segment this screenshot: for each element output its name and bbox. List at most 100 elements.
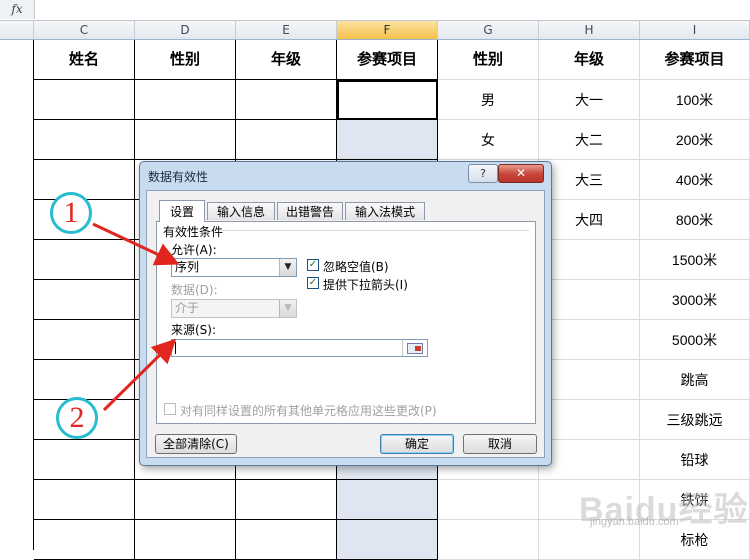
settings-panel: 有效性条件 允许(A): 序列 ▼ ✓ 忽略空值(B) ✓ 提供下拉箭头(I) … [156,221,536,424]
cell[interactable] [539,280,640,320]
source-input[interactable] [171,339,428,357]
list-cell-event[interactable]: 3000米 [640,280,750,320]
cell[interactable] [236,80,337,120]
column-header-c[interactable]: C [34,21,135,39]
clear-all-button[interactable]: 全部清除(C) [155,434,237,454]
source-label: 来源(S): [171,323,217,337]
list-cell-event[interactable]: 三级跳远 [640,400,750,440]
selected-cell[interactable] [337,520,438,560]
cell[interactable] [34,280,135,320]
column-header-h[interactable]: H [539,21,640,39]
cell[interactable] [34,440,135,480]
data-validation-dialog: 数据有效性 ? ✕ 设置 输入信息 出错警告 输入法模式 有效性条件 允许(A)… [139,161,552,466]
cell[interactable] [34,320,135,360]
cell[interactable] [135,80,236,120]
cell[interactable] [539,400,640,440]
header-cell-name[interactable]: 姓名 [34,40,135,80]
ignore-blank-checkbox[interactable]: ✓ [307,259,319,271]
watermark-url: jingyan.baidu.com [590,516,679,528]
allow-value: 序列 [175,260,200,274]
cancel-button[interactable]: 取消 [463,434,537,454]
list-cell-event[interactable]: 5000米 [640,320,750,360]
cell[interactable] [539,320,640,360]
group-divider [221,230,529,231]
close-button[interactable]: ✕ [498,164,544,183]
list-cell-event[interactable]: 200米 [640,120,750,160]
data-dropdown: 介于 ▼ [171,299,297,318]
cell[interactable] [438,520,539,560]
dialog-body: 设置 输入信息 出错警告 输入法模式 有效性条件 允许(A): 序列 ▼ ✓ 忽… [146,190,545,458]
list-cell-event[interactable]: 跳高 [640,360,750,400]
cell[interactable] [34,520,135,560]
allow-label: 允许(A): [171,243,217,257]
tab-input-message[interactable]: 输入信息 [207,202,275,220]
cell[interactable] [539,360,640,400]
list-cell-gender[interactable]: 男 [438,80,539,120]
selected-cell[interactable] [337,120,438,160]
list-header-gender[interactable]: 性别 [438,40,539,80]
list-cell-event[interactable]: 铅球 [640,440,750,480]
dialog-title: 数据有效性 [148,170,209,184]
column-header-d[interactable]: D [135,21,236,39]
list-cell-event[interactable]: 400米 [640,160,750,200]
data-label: 数据(D): [171,283,218,297]
annotation-marker-2: 2 [56,397,98,439]
selected-cell[interactable] [337,480,438,520]
formula-bar[interactable]: fx [0,0,750,21]
cell[interactable] [135,120,236,160]
dropdown-arrow-checkbox[interactable]: ✓ [307,277,319,289]
annotation-marker-1: 1 [50,192,92,234]
dropdown-arrow-label: 提供下拉箭头(I) [323,278,408,292]
help-button[interactable]: ? [468,164,498,183]
data-value: 介于 [175,301,200,315]
list-cell-grade[interactable]: 大二 [539,120,640,160]
list-cell-gender[interactable]: 女 [438,120,539,160]
table-row: 女 大二 200米 [0,120,750,160]
active-cell[interactable] [337,80,438,120]
table-row: 姓名 性别 年级 参赛项目 性别 年级 参赛项目 [0,40,750,80]
column-header-f[interactable]: F [337,21,438,39]
chevron-down-icon[interactable]: ▼ [279,259,296,276]
cell[interactable] [539,440,640,480]
header-cell-event[interactable]: 参赛项目 [337,40,438,80]
list-cell-grade[interactable]: 大一 [539,80,640,120]
list-header-event[interactable]: 参赛项目 [640,40,750,80]
list-cell-event[interactable]: 1500米 [640,240,750,280]
cell[interactable] [34,120,135,160]
header-cell-grade[interactable]: 年级 [236,40,337,80]
list-cell-grade[interactable]: 大四 [539,200,640,240]
tab-error-alert[interactable]: 出错警告 [277,202,343,220]
cell[interactable] [34,480,135,520]
list-cell-event[interactable]: 100米 [640,80,750,120]
allow-dropdown[interactable]: 序列 ▼ [171,258,297,277]
cell[interactable] [34,240,135,280]
cell[interactable] [236,480,337,520]
cell[interactable] [34,360,135,400]
tab-settings[interactable]: 设置 [159,200,205,222]
apply-all-label: 对有同样设置的所有其他单元格应用这些更改(P) [180,404,437,418]
cell[interactable] [135,480,236,520]
cell[interactable] [236,520,337,560]
cell[interactable] [539,240,640,280]
corner-select-all[interactable] [0,21,34,39]
cell[interactable] [438,480,539,520]
column-header-e[interactable]: E [236,21,337,39]
column-header-g[interactable]: G [438,21,539,39]
cell[interactable] [34,160,135,200]
cell[interactable] [135,520,236,560]
list-cell-grade[interactable]: 大三 [539,160,640,200]
list-header-grade[interactable]: 年级 [539,40,640,80]
column-header-i[interactable]: I [640,21,750,39]
chevron-down-icon: ▼ [279,300,296,317]
range-select-button[interactable] [402,340,427,356]
list-cell-event[interactable]: 800米 [640,200,750,240]
cell[interactable] [236,120,337,160]
header-cell-gender[interactable]: 性别 [135,40,236,80]
tab-ime-mode[interactable]: 输入法模式 [345,202,425,220]
cell[interactable] [34,80,135,120]
fx-icon[interactable]: fx [0,0,35,19]
ok-button[interactable]: 确定 [380,434,454,454]
apply-all-checkbox [164,403,176,415]
ignore-blank-label: 忽略空值(B) [323,260,389,274]
column-header-bar: C D E F G H I [0,21,750,40]
